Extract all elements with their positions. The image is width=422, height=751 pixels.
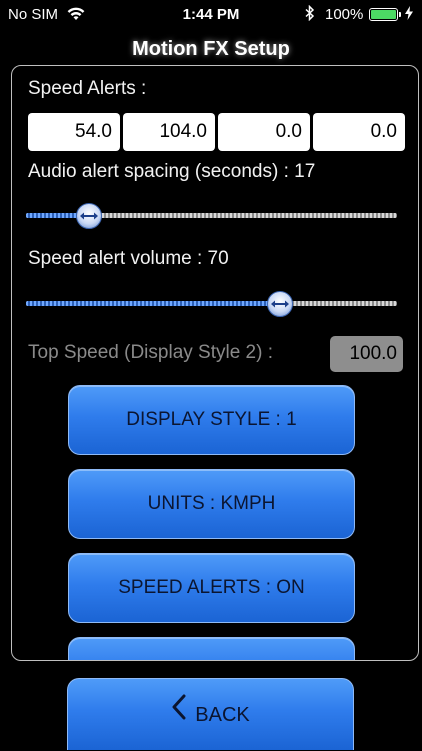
volume-label: Speed alert volume : 70 — [28, 248, 229, 269]
battery-percent: 100% — [325, 6, 364, 23]
speed-alert-field-1[interactable]: 54.0 — [28, 113, 120, 151]
top-speed-field[interactable]: 100.0 — [330, 336, 403, 372]
speed-alert-field-2[interactable]: 104.0 — [123, 113, 215, 151]
audio-spacing-slider[interactable] — [26, 203, 397, 229]
back-button[interactable]: BACK — [67, 678, 354, 750]
speed-alerts-button[interactable]: SPEED ALERTS : ON — [68, 553, 355, 623]
battery-icon — [369, 8, 398, 21]
settings-panel[interactable]: Speed Alerts : 54.0 104.0 0.0 0.0 Audio … — [11, 65, 419, 661]
speed-alert-field-3[interactable]: 0.0 — [218, 113, 310, 151]
units-button[interactable]: UNITS : KMPH — [68, 469, 355, 539]
display-style-button[interactable]: DISPLAY STYLE : 1 — [68, 385, 355, 455]
next-settings-button[interactable] — [68, 637, 355, 660]
speed-alert-field-4[interactable]: 0.0 — [313, 113, 405, 151]
status-bar: No SIM 1:44 PM 100% — [0, 0, 422, 30]
page-title: Motion FX Setup — [132, 38, 290, 60]
charging-bolt-icon — [405, 6, 413, 23]
slider-thumb[interactable] — [267, 291, 294, 317]
slider-track-fill — [26, 301, 281, 306]
slider-thumb[interactable] — [76, 203, 103, 229]
battery-nub — [399, 12, 401, 17]
audio-spacing-label: Audio alert spacing (seconds) : 17 — [28, 161, 316, 182]
chevron-left-icon — [171, 678, 187, 750]
top-speed-label: Top Speed (Display Style 2) : — [28, 342, 274, 363]
back-label: BACK — [195, 704, 250, 726]
speed-alerts-label: Speed Alerts : — [28, 78, 147, 99]
volume-slider[interactable] — [26, 291, 397, 317]
bluetooth-icon — [305, 4, 315, 25]
